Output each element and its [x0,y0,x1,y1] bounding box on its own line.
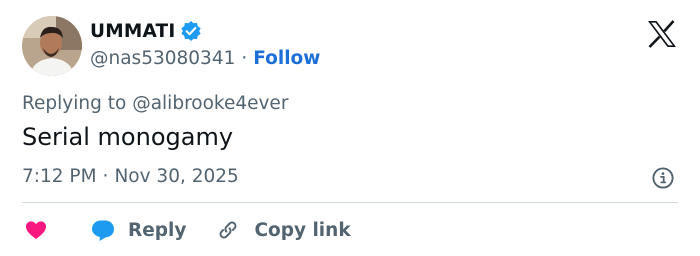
reply-bubble-icon [90,218,116,242]
replying-to-line: Replying to @alibrooke4ever [22,93,288,114]
follow-button[interactable]: Follow [253,48,320,69]
x-logo-icon[interactable] [647,20,677,48]
tweet-card: UMMATI @nas53080341 · Follow Replying to… [0,0,700,256]
tweet-date: Nov 30, 2025 [114,166,239,187]
like-button[interactable] [24,218,48,242]
link-icon [216,218,240,242]
timestamp-separator: · [102,166,109,187]
copy-link-button[interactable]: Copy link [216,218,351,242]
author-handle[interactable]: @nas53080341 [90,48,235,69]
handle-separator: · [241,48,248,69]
author-display-name[interactable]: UMMATI [90,21,175,42]
tweet-text: Serial monogamy [22,123,234,151]
reply-target-handle[interactable]: @alibrooke4ever [132,93,288,114]
tweet-actions: Reply Copy link [24,216,351,244]
tweet-time: 7:12 PM [22,166,97,187]
info-icon[interactable] [651,166,675,190]
divider [22,202,678,203]
copy-link-label: Copy link [254,219,351,241]
avatar[interactable] [22,16,82,76]
heart-icon [24,218,48,242]
author-handle-row: @nas53080341 · Follow [90,48,320,69]
replying-to-prefix: Replying to [22,93,127,114]
tweet-timestamp[interactable]: 7:12 PM · Nov 30, 2025 [22,166,239,187]
reply-label: Reply [128,219,187,241]
verified-badge-icon [180,20,202,42]
author-name-row: UMMATI [90,20,202,42]
reply-button[interactable]: Reply [90,218,186,242]
